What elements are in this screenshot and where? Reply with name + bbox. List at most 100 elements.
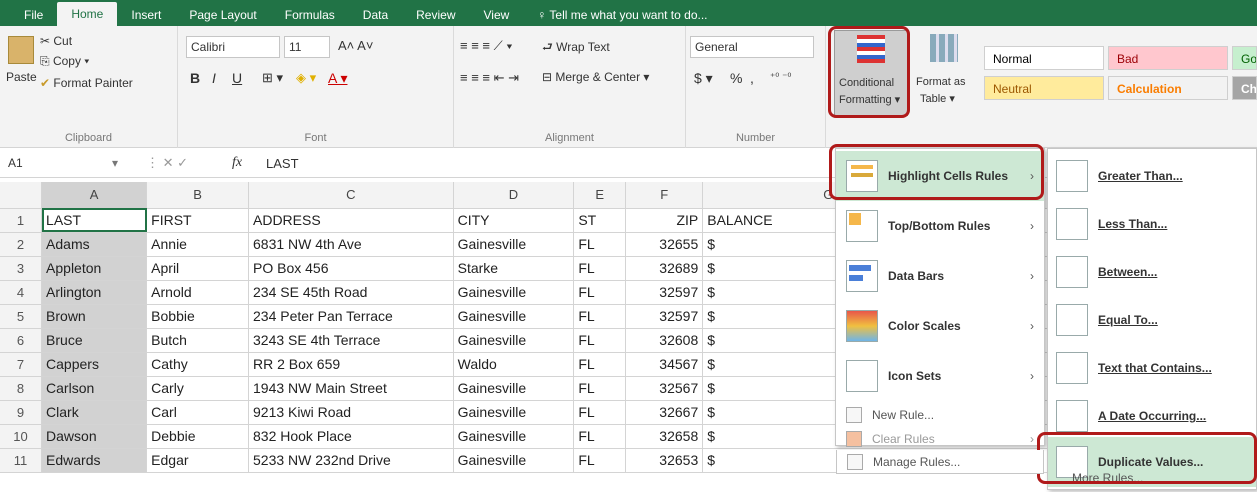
col-header-e[interactable]: E — [573, 182, 627, 209]
cell-b[interactable]: Arnold — [146, 280, 249, 305]
row-header[interactable]: 4 — [0, 280, 43, 305]
cell-b[interactable]: Carly — [146, 376, 249, 401]
cell-f[interactable]: 32567 — [625, 376, 704, 401]
copy-button[interactable]: ⎘ Copy ▾ — [40, 54, 89, 69]
cell-f[interactable]: 32689 — [625, 256, 704, 281]
bold-button[interactable]: B — [190, 70, 200, 86]
percent-button[interactable]: % — [730, 70, 742, 86]
submenu-date-occurring[interactable]: A Date Occurring... — [1048, 391, 1256, 441]
cell-b[interactable]: Cathy — [146, 352, 249, 377]
cell-a[interactable]: Clark — [41, 400, 148, 425]
row-header[interactable]: 10 — [0, 424, 43, 449]
cell-f[interactable]: 32667 — [625, 400, 704, 425]
menu-highlight-cells-rules[interactable]: Highlight Cells Rules › — [836, 151, 1044, 201]
tab-view[interactable]: View — [470, 4, 524, 26]
cell-c[interactable]: 234 Peter Pan Terrace — [248, 304, 454, 329]
menu-top-bottom-rules[interactable]: Top/Bottom Rules › — [836, 201, 1044, 251]
cell-e[interactable]: FL — [573, 424, 627, 449]
cell-c[interactable]: RR 2 Box 659 — [248, 352, 454, 377]
col-header-d[interactable]: D — [453, 182, 575, 209]
cell-a[interactable]: Edwards — [41, 448, 148, 473]
cell-c[interactable]: 234 SE 45th Road — [248, 280, 454, 305]
cell-d[interactable]: Gainesville — [453, 280, 575, 305]
cell-c[interactable]: PO Box 456 — [248, 256, 454, 281]
borders-icon[interactable]: ⊞ ▾ — [262, 70, 283, 86]
menu-data-bars[interactable]: Data Bars › — [836, 251, 1044, 301]
number-format-select[interactable]: General — [690, 36, 814, 58]
cell-e[interactable]: FL — [573, 232, 627, 257]
cell-b[interactable]: Bobbie — [146, 304, 249, 329]
style-good[interactable]: Goo — [1232, 46, 1257, 70]
underline-button[interactable]: U — [232, 70, 242, 86]
menu-manage-rules[interactable]: Manage Rules... — [836, 450, 1044, 474]
cell-f[interactable]: 32597 — [625, 280, 704, 305]
merge-center-button[interactable]: ⊟ Merge & Center ▾ — [542, 70, 649, 84]
cell-a[interactable]: Appleton — [41, 256, 148, 281]
cell-c[interactable]: 1943 NW Main Street — [248, 376, 454, 401]
cell-d[interactable]: Gainesville — [453, 424, 575, 449]
cut-button[interactable]: ✂ Cut — [40, 34, 72, 48]
row-header[interactable]: 9 — [0, 400, 43, 425]
cell-d[interactable]: Gainesville — [453, 448, 575, 473]
cell-b[interactable]: Carl — [146, 400, 249, 425]
align-left-center-right[interactable]: ≡ ≡ ≡ ⇤ ⇥ — [460, 70, 519, 86]
tab-page-layout[interactable]: Page Layout — [175, 4, 270, 26]
tab-data[interactable]: Data — [349, 4, 402, 26]
currency-button[interactable]: $ ▾ — [694, 70, 713, 87]
cell-a[interactable]: Brown — [41, 304, 148, 329]
name-box[interactable]: A1 ▾ — [4, 153, 124, 175]
style-calculation[interactable]: Calculation — [1108, 76, 1228, 100]
cell-c[interactable]: 5233 NW 232nd Drive — [248, 448, 454, 473]
cell-e[interactable]: ST — [573, 208, 627, 233]
cell-e[interactable]: FL — [573, 256, 627, 281]
tab-review[interactable]: Review — [402, 4, 469, 26]
fx-icon[interactable]: fx — [232, 155, 242, 171]
menu-new-rule[interactable]: New Rule... — [836, 403, 1044, 427]
col-header-b[interactable]: B — [146, 182, 249, 209]
submenu-text-contains[interactable]: Text that Contains... — [1048, 343, 1256, 393]
cell-d[interactable]: CITY — [453, 208, 575, 233]
cell-f[interactable]: 32655 — [625, 232, 704, 257]
cell-e[interactable]: FL — [573, 328, 627, 353]
col-header-f[interactable]: F — [625, 182, 704, 209]
cell-b[interactable]: Annie — [146, 232, 249, 257]
cell-d[interactable]: Gainesville — [453, 376, 575, 401]
cell-f[interactable]: ZIP — [625, 208, 704, 233]
tab-file[interactable]: File — [10, 4, 57, 26]
style-check[interactable]: Che — [1232, 76, 1257, 100]
row-header[interactable]: 6 — [0, 328, 43, 353]
cell-e[interactable]: FL — [573, 400, 627, 425]
cell-b[interactable]: Edgar — [146, 448, 249, 473]
cell-f[interactable]: 32658 — [625, 424, 704, 449]
italic-button[interactable]: I — [212, 70, 216, 86]
cell-b[interactable]: Butch — [146, 328, 249, 353]
row-header[interactable]: 5 — [0, 304, 43, 329]
comma-button[interactable]: , — [750, 70, 754, 86]
cell-b[interactable]: Debbie — [146, 424, 249, 449]
cell-d[interactable]: Gainesville — [453, 232, 575, 257]
row-header[interactable]: 1 — [0, 208, 43, 233]
cell-a[interactable]: Cappers — [41, 352, 148, 377]
conditional-formatting-button[interactable]: Conditional Formatting ▾ — [834, 30, 908, 116]
cell-e[interactable]: FL — [573, 304, 627, 329]
cell-d[interactable]: Starke — [453, 256, 575, 281]
style-bad[interactable]: Bad — [1108, 46, 1228, 70]
tab-formulas[interactable]: Formulas — [271, 4, 349, 26]
cell-a[interactable]: Carlson — [41, 376, 148, 401]
submenu-between[interactable]: Between... — [1048, 247, 1256, 297]
cell-d[interactable]: Gainesville — [453, 400, 575, 425]
cell-e[interactable]: FL — [573, 352, 627, 377]
row-header[interactable]: 11 — [0, 448, 43, 473]
menu-color-scales[interactable]: Color Scales › — [836, 301, 1044, 351]
cell-a[interactable]: Dawson — [41, 424, 148, 449]
fill-color-icon[interactable]: ◈ ▾ — [296, 70, 316, 86]
row-header[interactable]: 7 — [0, 352, 43, 377]
decimal-icons[interactable]: ⁺⁰ ⁻⁰ — [770, 72, 791, 83]
cell-c[interactable]: 6831 NW 4th Ave — [248, 232, 454, 257]
cell-a[interactable]: Arlington — [41, 280, 148, 305]
cell-c[interactable]: ADDRESS — [248, 208, 454, 233]
row-header[interactable]: 3 — [0, 256, 43, 281]
cell-f[interactable]: 32608 — [625, 328, 704, 353]
submenu-more-rules[interactable]: More Rules... — [1072, 471, 1143, 485]
font-color-icon[interactable]: A ▾ — [328, 70, 347, 87]
